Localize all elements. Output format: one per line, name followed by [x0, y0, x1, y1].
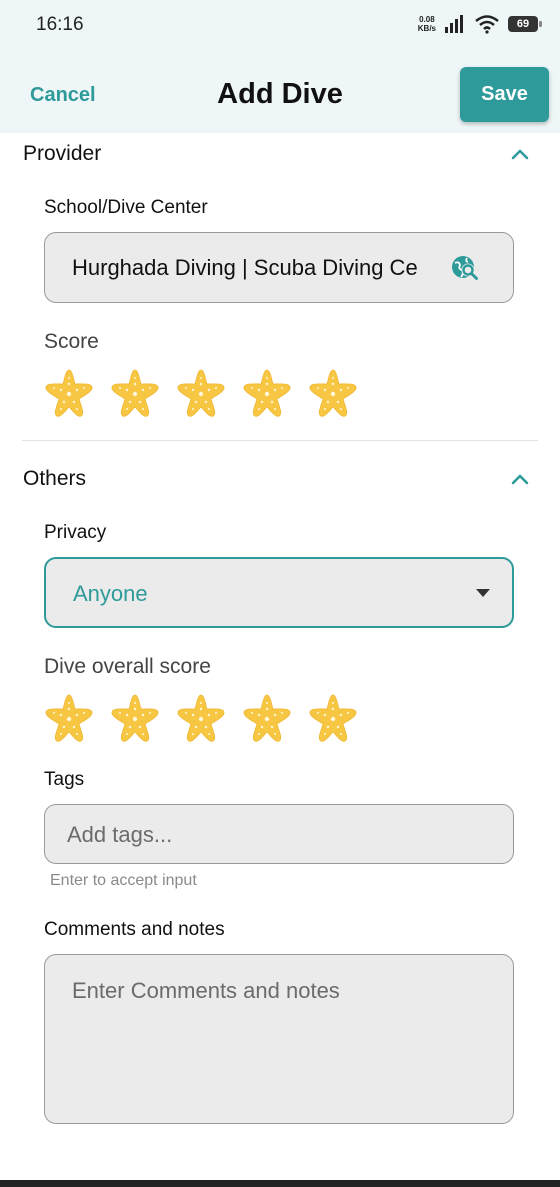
dropdown-arrow-icon[interactable]: [476, 589, 490, 598]
starfish-icon[interactable]: [242, 693, 292, 743]
starfish-icon[interactable]: [308, 368, 358, 418]
tags-input[interactable]: Add tags...: [44, 804, 514, 864]
wifi-icon: [475, 15, 499, 34]
globe-search-icon[interactable]: [451, 254, 479, 282]
signal-icon: [445, 15, 463, 33]
section-divider: [22, 440, 538, 441]
chevron-up-icon[interactable]: [510, 469, 530, 489]
overall-score-rating[interactable]: [44, 693, 358, 743]
status-bar: 16:16 0.08 KB/s 69: [0, 0, 560, 54]
starfish-icon[interactable]: [44, 368, 94, 418]
starfish-icon[interactable]: [176, 368, 226, 418]
save-button[interactable]: Save: [460, 67, 549, 122]
overall-score-label: Dive overall score: [44, 655, 211, 678]
privacy-value: Anyone: [73, 581, 148, 606]
app-bar: Cancel Add Dive Save: [0, 54, 560, 133]
score-label: Score: [44, 330, 99, 353]
starfish-icon[interactable]: [176, 693, 226, 743]
section-title-others: Others: [23, 467, 87, 490]
starfish-icon[interactable]: [44, 693, 94, 743]
school-value: Hurghada Diving | Scuba Diving Ce: [72, 255, 418, 280]
section-header-provider[interactable]: Provider: [23, 138, 538, 170]
starfish-icon[interactable]: [242, 368, 292, 418]
network-speed: 0.08 KB/s: [418, 15, 436, 33]
starfish-icon[interactable]: [308, 693, 358, 743]
privacy-select[interactable]: Anyone: [44, 557, 514, 628]
comments-textarea[interactable]: Enter Comments and notes: [44, 954, 514, 1124]
school-field[interactable]: Hurghada Diving | Scuba Diving Ce: [44, 232, 514, 303]
starfish-icon[interactable]: [110, 368, 160, 418]
comments-placeholder: Enter Comments and notes: [72, 978, 340, 1003]
chevron-up-icon[interactable]: [510, 144, 530, 164]
status-icons: 0.08 KB/s 69: [418, 14, 542, 34]
section-title-provider: Provider: [23, 142, 102, 165]
privacy-label: Privacy: [44, 522, 107, 543]
network-speed-unit: KB/s: [417, 24, 436, 33]
school-label: School/Dive Center: [44, 197, 208, 218]
score-rating[interactable]: [44, 368, 358, 418]
network-speed-value: 0.08: [419, 15, 435, 24]
starfish-icon[interactable]: [110, 693, 160, 743]
battery-indicator: 69: [508, 16, 542, 32]
tags-placeholder: Add tags...: [67, 822, 173, 847]
status-time: 16:16: [36, 14, 84, 35]
tags-label: Tags: [44, 769, 85, 790]
bottom-nav-bar: [0, 1180, 560, 1187]
section-header-others[interactable]: Others: [23, 463, 538, 495]
tags-helper-text: Enter to accept input: [50, 872, 197, 889]
comments-label: Comments and notes: [44, 919, 225, 940]
